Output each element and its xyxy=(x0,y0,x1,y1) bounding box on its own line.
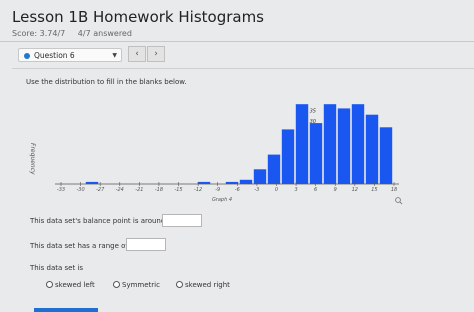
label-skewed-right: skewed right xyxy=(185,281,230,289)
label-skewed-left: skewed left xyxy=(55,281,95,289)
histogram-bar xyxy=(239,179,253,184)
histogram-bar xyxy=(337,108,351,184)
search-icon[interactable] xyxy=(395,197,403,205)
histogram-bar xyxy=(379,127,393,184)
histogram-bar xyxy=(309,123,323,184)
x-tick-label: 6 xyxy=(314,187,317,193)
range-input[interactable] xyxy=(126,238,166,251)
x-tick-label: -21 xyxy=(135,187,143,193)
x-tick-label: -18 xyxy=(155,187,163,193)
histogram-bar xyxy=(225,181,239,184)
x-tick-label: 18 xyxy=(391,187,397,193)
radio-skewed-right[interactable] xyxy=(176,281,183,288)
histogram-bar xyxy=(323,104,337,184)
x-tick-label: -6 xyxy=(235,187,240,193)
label-symmetric: Symmetric xyxy=(122,281,160,289)
x-tick-label: -12 xyxy=(194,187,202,193)
x-tick-label: 15 xyxy=(371,187,377,193)
y-tick-label: 30 xyxy=(310,119,316,125)
histogram-bar xyxy=(85,181,99,184)
histogram-bar xyxy=(351,104,365,184)
x-tick-label: -15 xyxy=(174,187,182,193)
histogram-bar xyxy=(253,169,267,184)
x-tick-label: -3 xyxy=(254,187,259,193)
x-tick-label: 12 xyxy=(352,187,358,193)
y-tick-label: 35 xyxy=(310,109,316,115)
histogram-bar xyxy=(267,154,281,184)
y-axis-label: Frequency xyxy=(29,143,36,175)
x-tick-label: -27 xyxy=(96,187,105,193)
x-tick-label: -30 xyxy=(77,187,85,193)
x-tick-label: 9 xyxy=(334,187,337,193)
radio-skewed-left[interactable] xyxy=(46,281,53,288)
x-axis-label: Graph 4 xyxy=(212,197,232,203)
x-tick-label: -33 xyxy=(57,187,65,193)
balance-point-text: This data set's balance point is around xyxy=(30,217,166,225)
x-tick-label: -9 xyxy=(215,187,220,193)
balance-point-input[interactable] xyxy=(162,214,202,227)
histogram-bar xyxy=(197,181,211,184)
x-tick-label: 3 xyxy=(294,187,297,193)
histogram-bar xyxy=(281,129,295,184)
submit-button[interactable] xyxy=(34,308,98,312)
histogram-bar xyxy=(295,104,309,184)
x-tick-label: 0 xyxy=(275,187,278,193)
shape-text: This data set is xyxy=(30,264,84,272)
radio-symmetric[interactable] xyxy=(113,281,120,288)
x-tick-label: -24 xyxy=(116,187,124,193)
histogram-bar xyxy=(365,114,379,184)
range-text: This data set has a range of xyxy=(30,242,128,250)
